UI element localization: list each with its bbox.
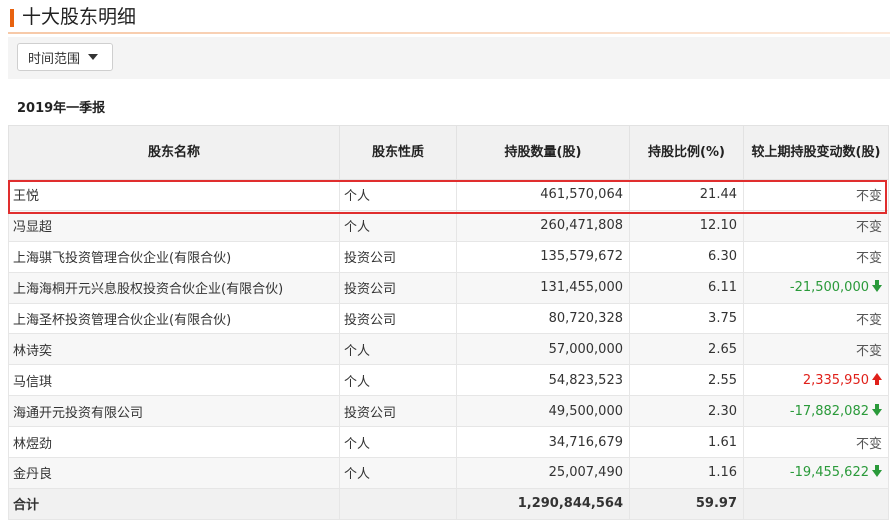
shares-change-value: 2,335,950 xyxy=(802,372,869,388)
shares-count: 57,000,000 xyxy=(456,333,630,366)
table-row[interactable]: 金丹良 个人 25,007,490 1.16 -19,455,622 xyxy=(8,457,889,489)
table-row[interactable]: 冯显超 个人 260,471,808 12.10 不变 xyxy=(8,209,889,242)
shares-ratio: 2.30 xyxy=(629,395,744,428)
table-row[interactable]: 海通开元投资有限公司 投资公司 49,500,000 2.30 -17,882,082 xyxy=(8,395,889,428)
shares-ratio: 12.10 xyxy=(629,209,744,242)
table-row[interactable]: 上海骐飞投资管理合伙企业(有限合伙) 投资公司 135,579,672 6.30 不变 xyxy=(8,240,889,273)
section-title: 十大股东明细 xyxy=(22,6,137,28)
shareholder-type: 个人 xyxy=(339,426,457,459)
shares-ratio: 6.11 xyxy=(629,271,744,304)
shareholder-name[interactable]: 上海海桐开元兴息股权投资合伙企业(有限合伙) xyxy=(8,271,340,304)
shares-change-value: -17,882,082 xyxy=(789,403,869,419)
shares-count: 131,455,000 xyxy=(456,271,630,304)
arrow-down-icon xyxy=(872,465,882,478)
shares-change-value: 不变 xyxy=(855,313,882,328)
shareholder-name[interactable]: 马信琪 xyxy=(8,364,340,397)
shares-count: 80,720,328 xyxy=(456,302,630,335)
shares-change-value: -19,455,622 xyxy=(789,465,869,481)
section-header: 十大股东明细 xyxy=(0,0,890,34)
shares-count: 461,570,064 xyxy=(456,179,630,211)
shares-count: 54,823,523 xyxy=(456,364,630,397)
table-row[interactable]: 林煜劲 个人 34,716,679 1.61 不变 xyxy=(8,426,889,459)
shares-change: 不变 xyxy=(743,333,889,366)
report-period: 2019年一季报 xyxy=(17,101,106,116)
shareholder-type: 投资公司 xyxy=(339,271,457,304)
shares-change: -21,500,000 xyxy=(743,271,889,304)
shares-count: 25,007,490 xyxy=(456,457,630,489)
shareholder-name[interactable]: 金丹良 xyxy=(8,457,340,489)
table-row[interactable]: 马信琪 个人 54,823,523 2.55 2,335,950 xyxy=(8,364,889,397)
shares-change: 不变 xyxy=(743,302,889,335)
total-change-empty xyxy=(743,487,889,520)
shares-change: 2,335,950 xyxy=(743,364,889,397)
col-header-shares[interactable]: 持股数量(股) xyxy=(456,125,630,180)
col-header-name[interactable]: 股东名称 xyxy=(8,125,340,180)
shares-change: 不变 xyxy=(743,209,889,242)
caret-down-icon xyxy=(88,54,99,60)
shares-change-value: 不变 xyxy=(855,189,882,205)
shares-count: 49,500,000 xyxy=(456,395,630,428)
shares-change-value: 不变 xyxy=(855,220,882,236)
shares-count: 260,471,808 xyxy=(456,209,630,242)
shares-change: -19,455,622 xyxy=(743,457,889,489)
shares-ratio: 1.16 xyxy=(629,457,744,489)
shareholder-name[interactable]: 海通开元投资有限公司 xyxy=(8,395,340,428)
table-header-row: 股东名称 股东性质 持股数量(股) 持股比例(%) 较上期持股变动数(股) xyxy=(8,125,889,180)
shares-change-value: 不变 xyxy=(855,251,882,267)
shareholder-type: 个人 xyxy=(339,179,457,211)
shares-count: 135,579,672 xyxy=(456,240,630,273)
table-total-row: 合计 1,290,844,564 59.97 xyxy=(8,487,889,520)
shareholder-name[interactable]: 上海圣杯投资管理合伙企业(有限合伙) xyxy=(8,302,340,335)
shares-ratio: 1.61 xyxy=(629,426,744,459)
header-rule xyxy=(8,32,890,34)
shareholder-type: 个人 xyxy=(339,364,457,397)
shares-count: 34,716,679 xyxy=(456,426,630,459)
shares-ratio: 2.55 xyxy=(629,364,744,397)
table-row[interactable]: 林诗奕 个人 57,000,000 2.65 不变 xyxy=(8,333,889,366)
shareholder-name[interactable]: 王悦 xyxy=(8,179,340,211)
shareholder-type: 个人 xyxy=(339,457,457,489)
table-row[interactable]: 王悦 个人 461,570,064 21.44 不变 xyxy=(8,179,889,211)
shareholder-type: 投资公司 xyxy=(339,240,457,273)
shares-change: 不变 xyxy=(743,426,889,459)
shareholder-name[interactable]: 林诗奕 xyxy=(8,333,340,366)
shareholder-name[interactable]: 上海骐飞投资管理合伙企业(有限合伙) xyxy=(8,240,340,273)
shares-ratio: 21.44 xyxy=(629,179,744,211)
table-row[interactable]: 上海海桐开元兴息股权投资合伙企业(有限合伙) 投资公司 131,455,000 6.1… xyxy=(8,271,889,304)
shares-change: 不变 xyxy=(743,240,889,273)
table-row[interactable]: 上海圣杯投资管理合伙企业(有限合伙) 投资公司 80,720,328 3.75 不变 xyxy=(8,302,889,335)
col-header-type[interactable]: 股东性质 xyxy=(339,125,457,180)
shares-ratio: 3.75 xyxy=(629,302,744,335)
col-header-change[interactable]: 较上期持股变动数(股) xyxy=(743,125,889,180)
arrow-down-icon xyxy=(872,403,882,416)
total-ratio: 59.97 xyxy=(629,487,744,520)
total-type-empty xyxy=(339,487,457,520)
col-header-ratio[interactable]: 持股比例(%) xyxy=(629,125,744,180)
shares-change-value: -21,500,000 xyxy=(789,280,869,296)
shareholder-type: 投资公司 xyxy=(339,395,457,428)
table-body: 王悦 个人 461,570,064 21.44 不变 冯显超 个人 260,471,808 12… xyxy=(8,179,889,520)
shareholder-type: 个人 xyxy=(339,209,457,242)
shareholder-name[interactable]: 冯显超 xyxy=(8,209,340,242)
time-range-dropdown[interactable]: 时间范围 xyxy=(17,43,113,71)
shares-ratio: 2.65 xyxy=(629,333,744,366)
shareholders-table: 股东名称 股东性质 持股数量(股) 持股比例(%) 较上期持股变动数(股) 王悦… xyxy=(8,125,889,520)
accent-bar xyxy=(10,9,14,27)
arrow-up-icon xyxy=(872,372,882,385)
filter-bar: 时间范围 xyxy=(8,37,890,79)
shares-change-value: 不变 xyxy=(855,436,882,452)
total-label: 合计 xyxy=(8,487,340,520)
shares-change: 不变 xyxy=(743,179,889,211)
total-shares: 1,290,844,564 xyxy=(456,487,630,520)
time-range-label: 时间范围 xyxy=(28,51,81,67)
shares-change-value: 不变 xyxy=(855,343,882,359)
shares-ratio: 6.30 xyxy=(629,240,744,273)
shareholder-name[interactable]: 林煜劲 xyxy=(8,426,340,459)
shareholder-type: 个人 xyxy=(339,333,457,366)
shares-change: -17,882,082 xyxy=(743,395,889,428)
arrow-down-icon xyxy=(872,280,882,293)
shareholder-type: 投资公司 xyxy=(339,302,457,335)
